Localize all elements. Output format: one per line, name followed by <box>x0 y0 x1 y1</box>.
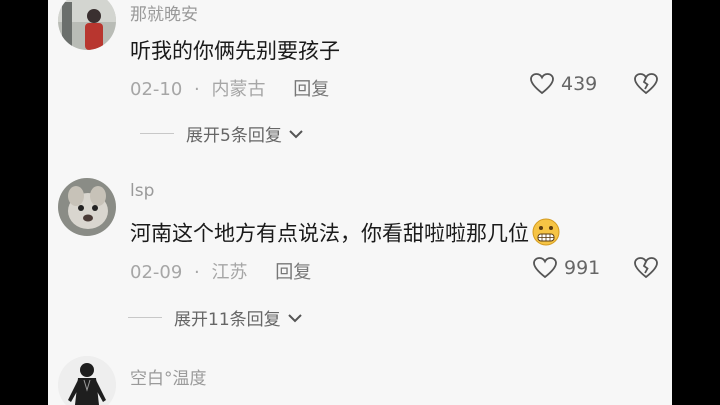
reply-button[interactable]: 回复 <box>275 262 311 283</box>
meta-separator: · <box>194 262 200 283</box>
divider-line <box>128 317 162 318</box>
comment-text: 河南这个地方有点说法，你看甜啦啦那几位 <box>130 221 529 246</box>
like-count: 991 <box>564 257 601 279</box>
like-button[interactable]: 991 <box>532 256 600 280</box>
comment-location: 内蒙古 <box>211 79 266 100</box>
comment-location: 江苏 <box>211 262 248 283</box>
comment-username[interactable]: lsp <box>130 181 154 201</box>
expand-replies-label: 展开11条回复 <box>174 310 281 330</box>
comment-content: 河南这个地方有点说法，你看甜啦啦那几位 <box>130 217 561 252</box>
comment-item: 那就晚安 听我的你俩先别要孩子 02-10 · 内蒙古 回复 439 展开5条回… <box>48 0 672 170</box>
chevron-down-icon <box>287 313 302 322</box>
comment-item: lsp 河南这个地方有点说法，你看甜啦啦那几位 02-09 · 江苏 回复 99… <box>48 175 672 345</box>
like-button[interactable]: 439 <box>529 72 597 96</box>
avatar[interactable] <box>58 178 116 236</box>
comment-username[interactable]: 空白°温度 <box>130 364 207 389</box>
meta-separator: · <box>194 79 200 100</box>
expand-replies-label: 展开5条回复 <box>186 126 282 146</box>
divider-line <box>140 133 174 134</box>
chevron-down-icon <box>289 129 303 138</box>
comment-date: 02-09 <box>130 262 183 283</box>
avatar[interactable] <box>58 356 116 405</box>
broken-heart-icon <box>634 73 658 95</box>
comment-list: 那就晚安 听我的你俩先别要孩子 02-10 · 内蒙古 回复 439 展开5条回… <box>48 0 672 405</box>
grimacing-emoji-icon <box>531 217 561 252</box>
comment-username[interactable]: 那就晚安 <box>130 0 198 25</box>
expand-replies-button[interactable]: 展开5条回复 <box>140 121 304 146</box>
comment-content: 听我的你俩先别要孩子 <box>130 39 340 63</box>
heart-outline-icon <box>533 257 557 279</box>
comment-meta: 02-10 · 内蒙古 回复 <box>130 75 329 101</box>
expand-replies-button[interactable]: 展开11条回复 <box>128 305 303 330</box>
like-count: 439 <box>561 73 598 95</box>
comment-meta: 02-09 · 江苏 回复 <box>130 258 311 284</box>
heart-outline-icon <box>530 73 554 95</box>
comment-item: 空白°温度 <box>48 352 672 405</box>
reply-button[interactable]: 回复 <box>293 79 329 100</box>
dislike-button[interactable] <box>633 256 659 284</box>
broken-heart-icon <box>634 257 658 279</box>
comment-date: 02-10 <box>130 79 183 100</box>
avatar[interactable] <box>58 0 116 50</box>
dislike-button[interactable] <box>633 72 659 100</box>
